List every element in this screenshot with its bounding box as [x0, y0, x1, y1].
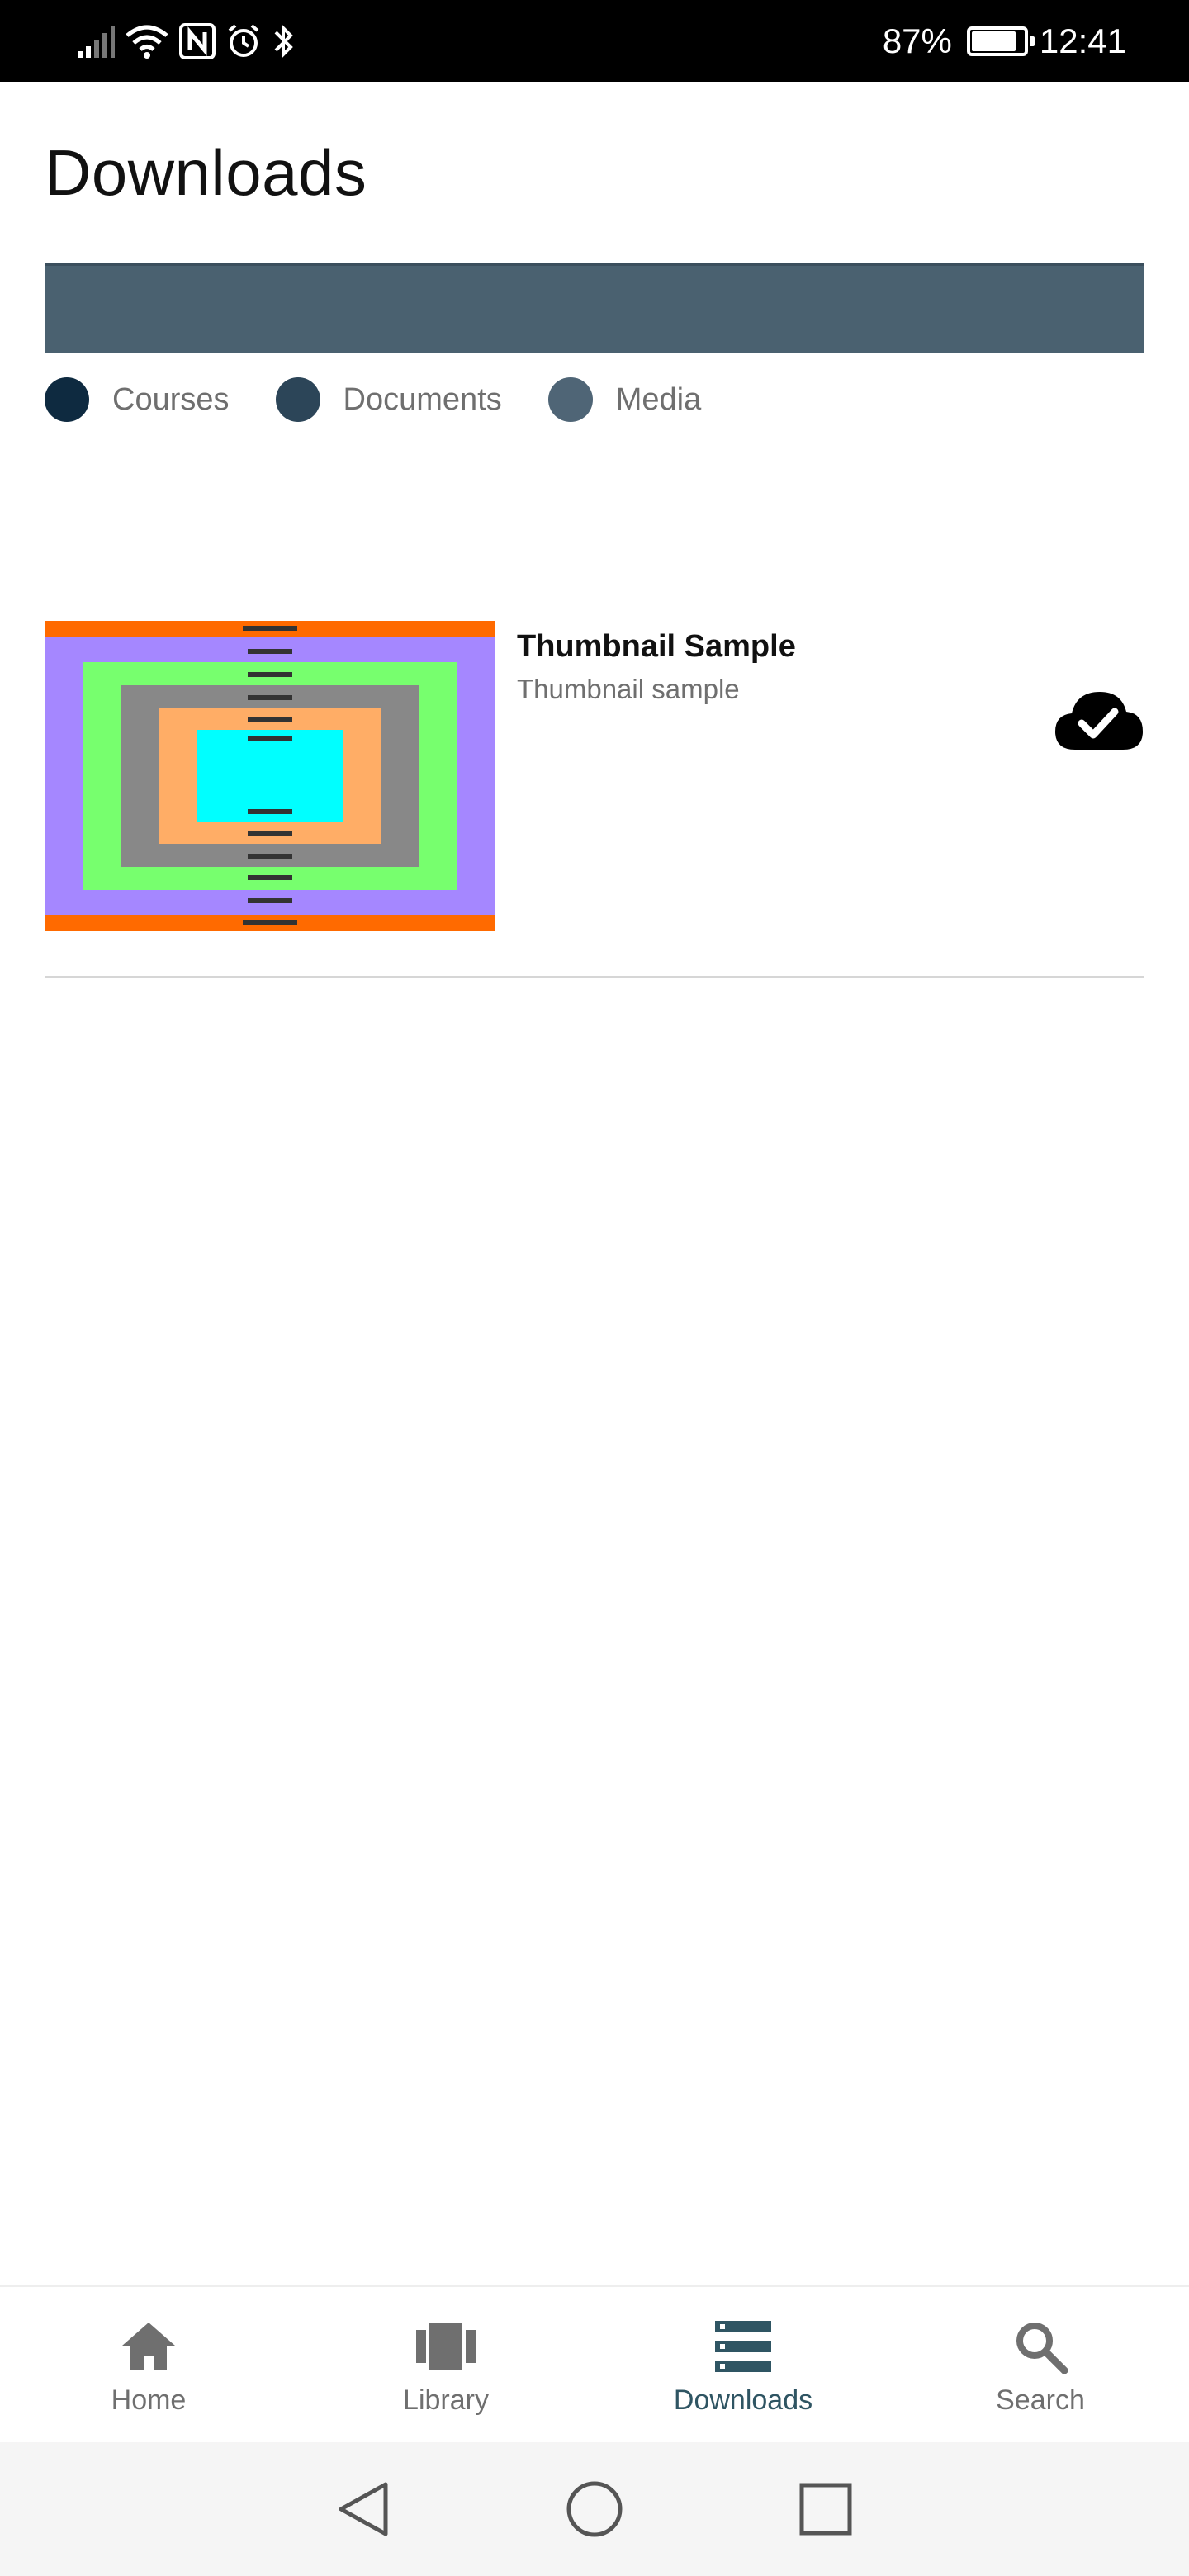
nav-label-home: Home	[111, 2384, 187, 2416]
nav-label-library: Library	[403, 2384, 489, 2416]
thumbnail-image	[45, 621, 495, 931]
legend-item-documents: Documents	[275, 377, 502, 422]
storage-legend: Courses Documents Media	[45, 376, 747, 423]
legend-dot-courses	[45, 377, 89, 422]
legend-dot-documents	[275, 377, 320, 422]
download-status-button[interactable]	[1052, 674, 1144, 766]
nav-item-downloads[interactable]: Downloads	[594, 2287, 892, 2442]
status-bar: 87% 12:41	[0, 0, 1189, 82]
home-icon	[119, 2317, 178, 2376]
nav-item-search[interactable]: Search	[892, 2287, 1189, 2442]
legend-dot-media	[547, 377, 593, 422]
clock: 12:41	[1039, 21, 1126, 60]
legend-item-media: Media	[547, 377, 702, 422]
nav-label-search: Search	[996, 2384, 1085, 2416]
alarm-icon	[228, 24, 259, 57]
nfc-icon	[179, 23, 216, 59]
battery-icon	[966, 26, 1035, 56]
item-title: Thumbnail Sample	[517, 629, 796, 664]
status-icons-right: 87% 12:41	[883, 18, 1126, 64]
list-divider	[45, 976, 1144, 978]
signal-icon	[78, 26, 115, 58]
bluetooth-icon	[274, 24, 293, 59]
home-circle-icon[interactable]	[561, 2476, 628, 2542]
battery-fill	[971, 31, 1016, 51]
battery-percent: 87%	[882, 21, 952, 60]
search-icon	[1011, 2317, 1070, 2376]
legend-label-media: Media	[615, 381, 702, 417]
status-icons-left	[76, 18, 296, 64]
back-icon[interactable]	[330, 2476, 396, 2542]
item-subtitle: Thumbnail sample	[517, 674, 740, 704]
system-navigation-bar	[0, 2442, 1189, 2576]
storage-usage-bar	[45, 263, 1144, 353]
downloads-icon	[713, 2317, 773, 2376]
recents-icon[interactable]	[793, 2476, 859, 2542]
storage-bar-edge	[45, 263, 1144, 266]
library-icon	[416, 2317, 476, 2376]
page-title: Downloads	[45, 136, 367, 209]
download-list-item[interactable]: Thumbnail Sample Thumbnail sample	[45, 621, 1144, 976]
legend-label-courses: Courses	[112, 381, 230, 417]
wifi-icon	[126, 25, 168, 59]
nav-item-library[interactable]: Library	[297, 2287, 594, 2442]
legend-item-courses: Courses	[45, 377, 230, 422]
bottom-navigation: Home Library Downloads Search	[0, 2285, 1189, 2442]
legend-label-documents: Documents	[343, 381, 502, 417]
cloud-check-icon	[1055, 692, 1143, 750]
nav-label-downloads: Downloads	[673, 2384, 813, 2416]
nav-item-home[interactable]: Home	[0, 2287, 297, 2442]
